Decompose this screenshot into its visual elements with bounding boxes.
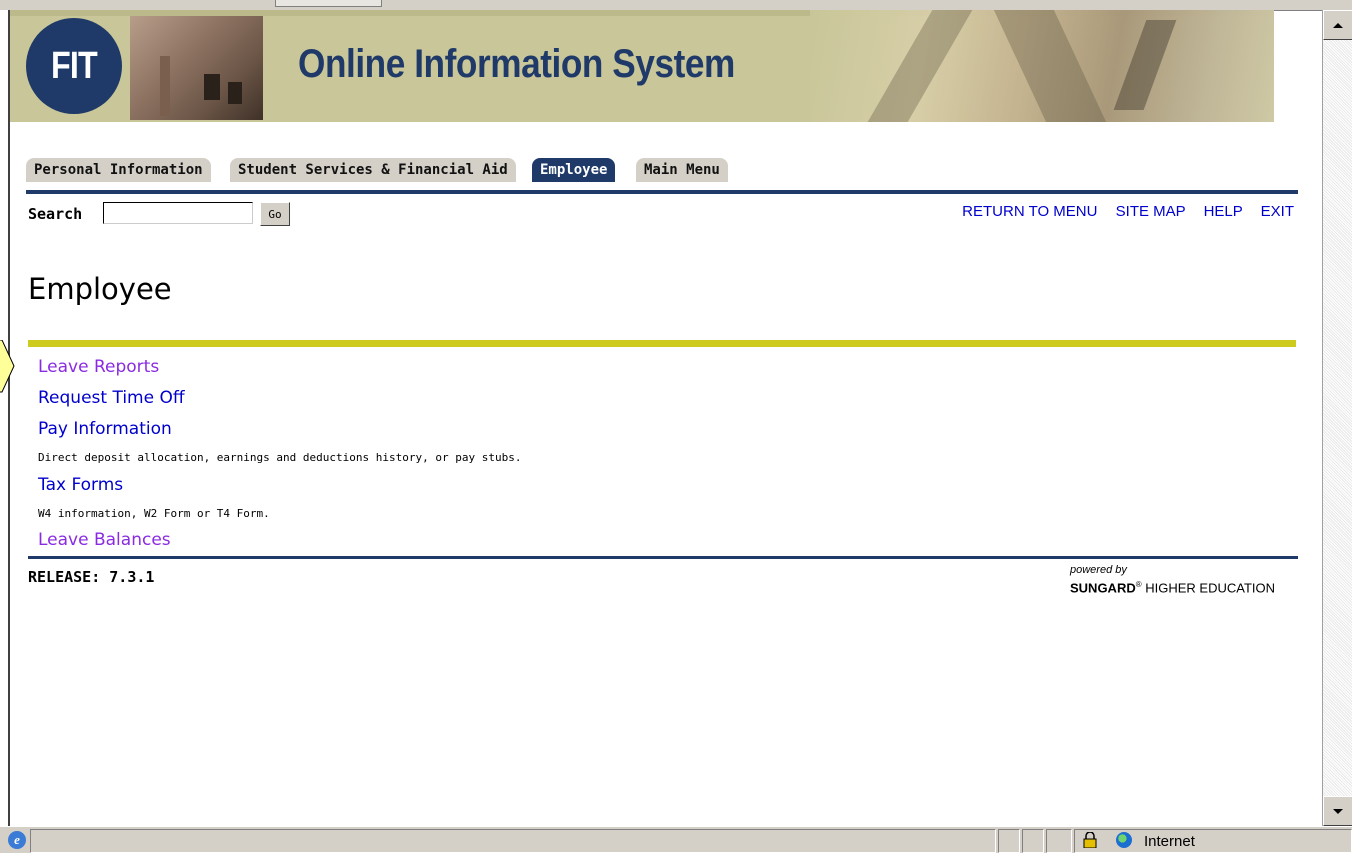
building-edge	[160, 56, 170, 116]
footer-divider	[28, 556, 1298, 559]
tab-student-services[interactable]: Student Services & Financial Aid	[230, 158, 516, 182]
section-divider	[28, 340, 1296, 347]
site-banner: FIT Online Information System	[10, 10, 1274, 122]
menu-link-request-time-off[interactable]: Request Time Off	[38, 388, 185, 408]
status-text-cell	[30, 829, 996, 853]
status-cell	[998, 829, 1020, 853]
release-version: RELEASE: 7.3.1	[28, 568, 155, 586]
powered-by-label: powered by	[1070, 564, 1127, 576]
status-cell	[1046, 829, 1072, 853]
building-beam	[1113, 20, 1177, 110]
banner-title: Online Information System	[298, 42, 735, 86]
site-map-link[interactable]: SITE MAP	[1116, 203, 1186, 220]
tab-underline	[26, 190, 1298, 194]
tab-personal-information[interactable]: Personal Information	[26, 158, 211, 182]
window-left-edge	[0, 10, 10, 826]
tab-employee[interactable]: Employee	[532, 158, 616, 182]
menu-link-leave-reports[interactable]: Leave Reports	[38, 357, 159, 377]
exit-link[interactable]: EXIT	[1261, 203, 1294, 220]
building-beam	[867, 10, 973, 122]
menu-desc-pay-information: Direct deposit allocation, earnings and …	[38, 451, 522, 464]
top-toolbar-tab	[275, 0, 382, 7]
building-photo	[130, 16, 263, 120]
sungard-brand-rest: HIGHER EDUCATION	[1145, 580, 1276, 596]
vertical-scrollbar[interactable]	[1322, 10, 1352, 826]
page-title: Employee	[28, 272, 172, 306]
arrow-up-icon	[1333, 22, 1343, 28]
fit-logo-text: FIT	[51, 44, 98, 87]
search-input[interactable]	[103, 202, 253, 224]
tab-main-menu[interactable]: Main Menu	[636, 158, 728, 182]
menu-link-leave-balances[interactable]: Leave Balances	[38, 530, 171, 550]
top-links: RETURN TO MENU SITE MAP HELP EXIT	[948, 203, 1294, 220]
sungard-logo: SUNGARD® HIGHER EDUCATION	[1070, 580, 1275, 595]
lock-icon	[1083, 832, 1097, 848]
sungard-registered-mark: ®	[1135, 580, 1142, 589]
building-window	[204, 74, 220, 100]
menu-link-tax-forms[interactable]: Tax Forms	[38, 475, 123, 495]
scroll-up-button[interactable]	[1323, 10, 1352, 40]
building-beam	[993, 10, 1107, 122]
fit-logo: FIT	[26, 18, 122, 114]
building-photo-right	[810, 10, 1274, 122]
go-button[interactable]: Go	[260, 202, 290, 226]
callout-pointer	[0, 340, 15, 393]
search-label: Search	[28, 205, 83, 223]
help-link[interactable]: HELP	[1204, 203, 1243, 220]
building-window	[228, 82, 242, 104]
menu-link-pay-information[interactable]: Pay Information	[38, 419, 172, 439]
scroll-down-button[interactable]	[1323, 796, 1352, 826]
status-bar: e Internet	[0, 826, 1352, 853]
arrow-down-icon	[1333, 808, 1343, 814]
menu-desc-tax-forms: W4 information, W2 Form or T4 Form.	[38, 507, 270, 520]
zone-label: Internet	[1144, 833, 1195, 850]
status-cell	[1022, 829, 1044, 853]
globe-icon	[1116, 832, 1132, 848]
sungard-brand: SUNGARD	[1070, 580, 1136, 596]
return-to-menu-link[interactable]: RETURN TO MENU	[962, 203, 1097, 220]
ie-icon: e	[8, 831, 26, 849]
